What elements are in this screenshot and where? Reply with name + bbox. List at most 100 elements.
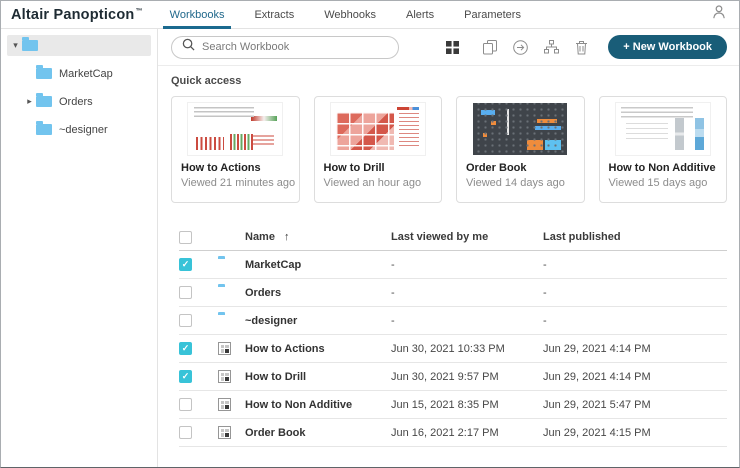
card-viewed-timestamp: Viewed an hour ago <box>315 174 442 189</box>
folder-icon <box>36 124 52 135</box>
row-type-icon-cell <box>218 259 245 271</box>
table-row-designer[interactable]: ~designer - - <box>179 307 727 335</box>
name-column-label: Name <box>245 231 275 243</box>
tab-alerts[interactable]: Alerts <box>406 1 434 28</box>
row-last-viewed: Jun 16, 2021 2:17 PM <box>391 427 543 439</box>
table-body: MarketCap - - Orders - - ~designer - - H… <box>179 251 727 447</box>
sidebar-item-root[interactable]: ▾ <box>7 35 151 56</box>
quick-access-title: Quick access <box>171 75 727 87</box>
caret-down-icon[interactable]: ▾ <box>9 40 22 51</box>
row-checkbox[interactable] <box>179 286 192 299</box>
row-checkbox[interactable] <box>179 258 192 271</box>
tab-extracts[interactable]: Extracts <box>254 1 294 28</box>
row-name: MarketCap <box>245 259 391 271</box>
sort-ascending-icon: ↑ <box>284 231 290 243</box>
quick-access-section: Quick access How to Actions Viewed 21 mi… <box>158 66 739 203</box>
folder-icon <box>22 40 38 51</box>
card-title: How to Actions <box>172 161 299 174</box>
table-row-how-to-actions[interactable]: How to Actions Jun 30, 2021 10:33 PM Jun… <box>179 335 727 363</box>
card-thumbnail-wrap <box>600 97 727 161</box>
card-viewed-timestamp: Viewed 15 days ago <box>600 174 727 189</box>
workbook-card-order-book[interactable]: Order Book Viewed 14 days ago <box>456 96 585 203</box>
tab-webhooks[interactable]: Webhooks <box>324 1 376 28</box>
workbook-table: Name ↑ Last viewed by me Last published … <box>179 224 727 447</box>
row-name: Order Book <box>245 427 391 439</box>
row-name: How to Actions <box>245 343 391 355</box>
copy-icon[interactable] <box>483 40 497 55</box>
workbook-icon <box>218 370 231 383</box>
column-header-name[interactable]: Name ↑ <box>245 231 391 243</box>
table-row-how-to-non-additive[interactable]: How to Non Additive Jun 15, 2021 8:35 PM… <box>179 391 727 419</box>
table-header: Name ↑ Last viewed by me Last published <box>179 224 727 251</box>
nav-tabs: Workbooks Extracts Webhooks Alerts Parameter… <box>155 1 536 28</box>
sidebar-item-marketcap[interactable]: MarketCap <box>21 63 151 84</box>
row-name: How to Drill <box>245 371 391 383</box>
main-panel: + New Workbook Quick access How to Actio… <box>158 29 739 467</box>
sidebar: ▾ MarketCap ▸ Orders ~designer <box>1 29 158 467</box>
table-row-how-to-drill[interactable]: How to Drill Jun 30, 2021 9:57 PM Jun 29… <box>179 363 727 391</box>
column-header-last-published[interactable]: Last published <box>543 231 727 243</box>
grid-view-icon[interactable] <box>446 41 459 54</box>
row-last-published: - <box>543 259 727 271</box>
app-logo: Altair Panopticon™ <box>1 1 155 28</box>
move-icon[interactable] <box>513 40 528 55</box>
row-checkbox[interactable] <box>179 370 192 383</box>
card-viewed-timestamp: Viewed 14 days ago <box>457 174 584 189</box>
folder-label: MarketCap <box>59 68 113 80</box>
card-title: How to Non Additive <box>600 161 727 174</box>
tab-parameters[interactable]: Parameters <box>464 1 521 28</box>
workbook-icon <box>218 426 231 439</box>
workbook-card-how-to-drill[interactable]: How to Drill Viewed an hour ago <box>314 96 443 203</box>
trademark-mark: ™ <box>135 8 142 15</box>
row-type-icon-cell <box>218 287 245 299</box>
workbook-card-how-to-non-additive[interactable]: How to Non Additive Viewed 15 days ago <box>599 96 728 203</box>
hierarchy-icon[interactable] <box>544 40 559 54</box>
table-row-marketcap[interactable]: MarketCap - - <box>179 251 727 279</box>
quick-access-cards: How to Actions Viewed 21 minutes ago How… <box>171 96 727 203</box>
row-last-viewed: - <box>391 287 543 299</box>
row-type-icon-cell <box>218 426 245 439</box>
row-last-published: - <box>543 287 727 299</box>
row-last-viewed: Jun 30, 2021 9:57 PM <box>391 371 543 383</box>
row-last-published: Jun 29, 2021 4:15 PM <box>543 427 727 439</box>
body: ▾ MarketCap ▸ Orders ~designer <box>1 29 739 467</box>
app-logo-text: Altair Panopticon <box>11 7 134 23</box>
sidebar-item-designer[interactable]: ~designer <box>21 119 151 140</box>
table-row-order-book[interactable]: Order Book Jun 16, 2021 2:17 PM Jun 29, … <box>179 419 727 447</box>
card-title: Order Book <box>457 161 584 174</box>
search-input[interactable] <box>202 41 388 53</box>
tab-workbooks[interactable]: Workbooks <box>170 1 225 28</box>
row-last-viewed: Jun 15, 2021 8:35 PM <box>391 399 543 411</box>
card-thumbnail-wrap <box>457 97 584 161</box>
row-checkbox[interactable] <box>179 426 192 439</box>
row-type-icon-cell <box>218 370 245 383</box>
caret-right-icon[interactable]: ▸ <box>23 96 36 107</box>
select-all-checkbox[interactable] <box>179 231 192 244</box>
card-title: How to Drill <box>315 161 442 174</box>
workbook-icon <box>218 398 231 411</box>
row-name: ~designer <box>245 315 391 327</box>
row-type-icon-cell <box>218 342 245 355</box>
row-checkbox[interactable] <box>179 398 192 411</box>
workbook-icon <box>218 342 231 355</box>
row-name: Orders <box>245 287 391 299</box>
sidebar-item-orders[interactable]: ▸ Orders <box>21 91 151 112</box>
row-type-icon-cell <box>218 398 245 411</box>
workbook-card-how-to-actions[interactable]: How to Actions Viewed 21 minutes ago <box>171 96 300 203</box>
card-thumbnail-wrap <box>315 97 442 161</box>
trash-icon[interactable] <box>575 40 588 55</box>
row-checkbox[interactable] <box>179 342 192 355</box>
folder-icon <box>36 68 52 79</box>
new-workbook-button[interactable]: + New Workbook <box>608 35 727 59</box>
row-last-viewed: - <box>391 259 543 271</box>
search-box[interactable] <box>171 36 399 59</box>
table-row-orders[interactable]: Orders - - <box>179 279 727 307</box>
folder-label: ~designer <box>59 124 108 136</box>
workbook-thumbnail <box>616 103 710 155</box>
top-navbar: Altair Panopticon™ Workbooks Extracts Webh… <box>1 1 739 29</box>
row-last-viewed: - <box>391 315 543 327</box>
column-header-last-viewed[interactable]: Last viewed by me <box>391 231 543 243</box>
folder-label: Orders <box>59 96 93 108</box>
row-checkbox[interactable] <box>179 314 192 327</box>
user-account-button[interactable] <box>699 1 739 28</box>
